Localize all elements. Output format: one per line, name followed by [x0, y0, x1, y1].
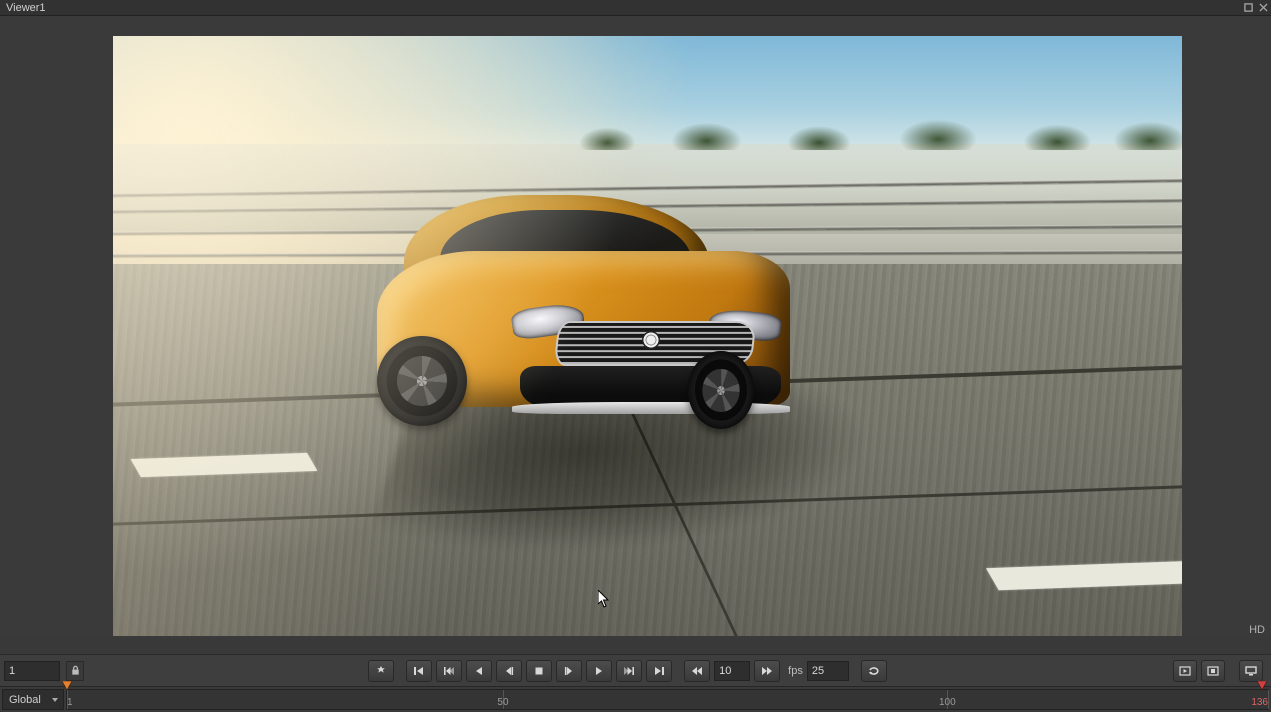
timeline-tick-label: 136	[1251, 697, 1268, 708]
range-end-icon[interactable]	[1257, 681, 1267, 691]
next-keyframe-button[interactable]	[616, 660, 642, 682]
timeline-bar: Global 1 50 100 136	[0, 686, 1271, 712]
transport-bar: fps	[0, 654, 1271, 686]
timeline-tick	[1268, 690, 1269, 709]
step-back-button[interactable]	[496, 660, 522, 682]
lock-button[interactable]	[66, 661, 84, 681]
viewer-title: Viewer1	[6, 2, 46, 14]
timeline-mode-label: Global	[9, 694, 41, 706]
prev-keyframe-button[interactable]	[436, 660, 462, 682]
play-range-button[interactable]	[1173, 660, 1197, 682]
play-reverse-button[interactable]	[466, 660, 492, 682]
timeline-tick-label: 1	[67, 697, 73, 708]
step-forward-button[interactable]	[556, 660, 582, 682]
skip-back-button[interactable]	[684, 660, 710, 682]
external-monitor-button[interactable]	[1239, 660, 1263, 682]
timeline-tick-label: 50	[497, 697, 508, 708]
fps-input[interactable]	[807, 661, 849, 681]
timeline-mode-select[interactable]: Global	[2, 689, 64, 710]
maximize-button[interactable]	[1241, 1, 1255, 15]
viewer-area[interactable]: HD	[0, 16, 1271, 638]
close-button[interactable]	[1256, 1, 1270, 15]
skip-frames-input[interactable]	[714, 661, 750, 681]
first-frame-button[interactable]	[406, 660, 432, 682]
last-frame-button[interactable]	[646, 660, 672, 682]
rendered-image	[113, 36, 1182, 636]
playhead-icon[interactable]	[62, 681, 72, 691]
timeline-tick-label: 100	[939, 697, 956, 708]
play-forward-button[interactable]	[586, 660, 612, 682]
stop-range-button[interactable]	[1201, 660, 1225, 682]
stop-button[interactable]	[526, 660, 552, 682]
viewer-canvas[interactable]	[113, 36, 1182, 636]
timeline-track[interactable]: 1 50 100 136	[66, 689, 1269, 710]
skip-forward-button[interactable]	[754, 660, 780, 682]
viewer-titlebar: Viewer1	[0, 0, 1271, 16]
loop-button[interactable]	[861, 660, 887, 682]
snapshot-button[interactable]	[368, 660, 394, 682]
current-frame-input[interactable]	[4, 661, 60, 681]
fps-label: fps	[788, 665, 803, 677]
format-badge: HD	[1249, 624, 1265, 636]
